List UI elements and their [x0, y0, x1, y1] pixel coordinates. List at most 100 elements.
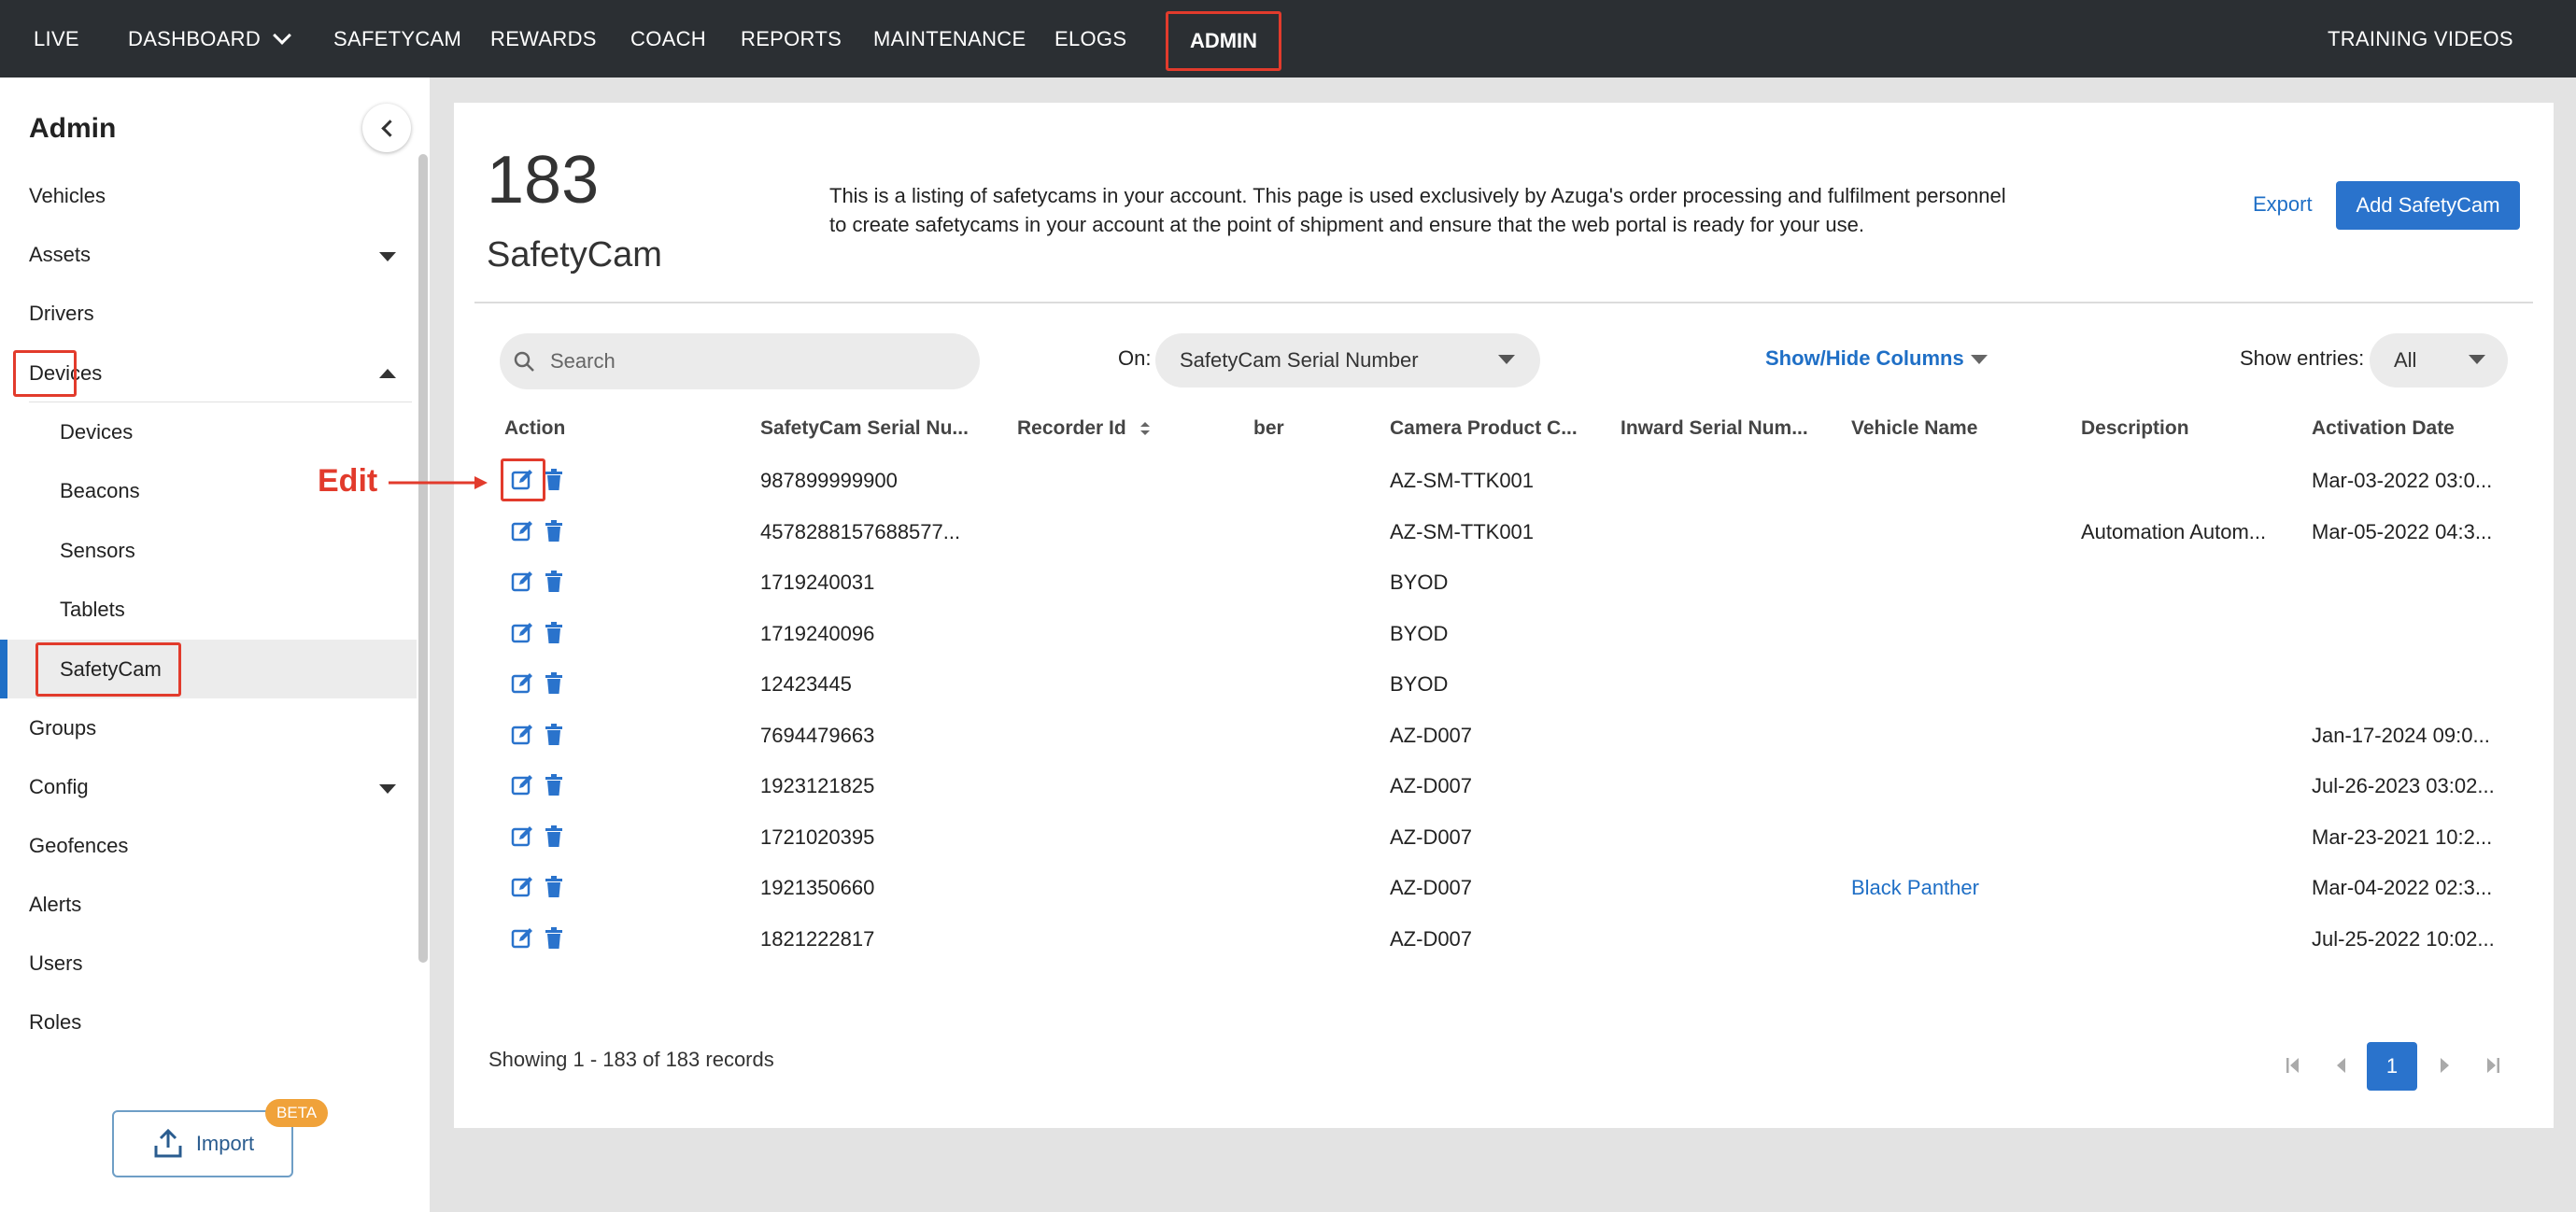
- delete-icon[interactable]: [544, 671, 564, 696]
- nav-safetycam[interactable]: SAFETYCAM: [333, 0, 461, 78]
- delete-icon[interactable]: [544, 468, 564, 492]
- cell-activation-date: Mar-05-2022 04:3...: [2312, 519, 2493, 543]
- row-actions: [510, 671, 564, 696]
- show-hide-columns-button[interactable]: Show/Hide Columns: [1765, 346, 1964, 371]
- edit-icon[interactable]: [510, 875, 534, 899]
- caret-up-icon[interactable]: [379, 369, 396, 378]
- edit-icon[interactable]: [510, 773, 534, 797]
- delete-icon[interactable]: [544, 824, 564, 849]
- edit-icon[interactable]: [510, 621, 534, 645]
- sidebar-item-assets[interactable]: Assets: [29, 225, 91, 284]
- edit-icon[interactable]: [510, 671, 534, 696]
- cell-camera-product: BYOD: [1390, 672, 1449, 696]
- page-title: SafetyCam: [487, 235, 662, 275]
- dropdown-caret-icon: [1971, 355, 1988, 364]
- sidebar-item-groups[interactable]: Groups: [29, 698, 96, 757]
- row-actions: [510, 875, 564, 899]
- sidebar-item-alerts[interactable]: Alerts: [29, 875, 81, 934]
- edit-highlight-box: [501, 458, 545, 501]
- cell-activation-date: Jan-17-2024 09:0...: [2312, 723, 2490, 747]
- sidebar-title: Admin: [29, 113, 117, 144]
- last-page-icon[interactable]: [2484, 1055, 2501, 1076]
- row-actions: [510, 621, 564, 645]
- sidebar-item-vehicles[interactable]: Vehicles: [29, 166, 106, 225]
- column-header-number[interactable]: ber: [1253, 417, 1284, 440]
- cell-serial: 7694479663: [760, 723, 875, 747]
- nav-rewards[interactable]: REWARDS: [490, 0, 597, 78]
- sidebar-item-users[interactable]: Users: [29, 934, 82, 993]
- nav-admin[interactable]: ADMIN: [1166, 11, 1281, 71]
- column-header-vehicle-name[interactable]: Vehicle Name: [1851, 417, 1977, 440]
- sidebar-subitem-sensors[interactable]: Sensors: [60, 521, 135, 580]
- dropdown-caret-icon: [1498, 355, 1515, 364]
- cell-description: Automation Autom...: [2081, 519, 2267, 543]
- column-header-serial[interactable]: SafetyCam Serial Nu...: [760, 417, 969, 440]
- delete-icon[interactable]: [544, 926, 564, 951]
- column-header-camera-product[interactable]: Camera Product C...: [1390, 417, 1578, 440]
- previous-page-icon[interactable]: [2335, 1055, 2348, 1076]
- caret-down-icon[interactable]: [379, 784, 396, 794]
- sidebar-item-drivers[interactable]: Drivers: [29, 284, 94, 343]
- sidebar: Admin Vehicles Assets Drivers Devices De…: [0, 78, 430, 1212]
- add-safetycam-button[interactable]: Add SafetyCam: [2336, 181, 2520, 230]
- search-box[interactable]: [500, 333, 980, 389]
- cell-vehicle-name[interactable]: Black Panther: [1851, 876, 1979, 900]
- nav-dashboard[interactable]: DASHBOARD: [128, 0, 291, 78]
- cell-camera-product: AZ-D007: [1390, 723, 1473, 747]
- search-field-select[interactable]: SafetyCam Serial Number: [1155, 333, 1540, 388]
- edit-icon[interactable]: [510, 519, 534, 543]
- edit-icon[interactable]: [510, 723, 534, 747]
- beta-badge: BETA: [265, 1099, 329, 1127]
- edit-icon[interactable]: [510, 824, 534, 849]
- cell-camera-product: AZ-D007: [1390, 774, 1473, 797]
- main-card: [454, 103, 2554, 1128]
- caret-down-icon[interactable]: [379, 252, 396, 261]
- safetycam-highlight-box: [35, 642, 181, 697]
- edit-icon[interactable]: [510, 926, 534, 951]
- collapse-sidebar-button[interactable]: [362, 104, 411, 152]
- first-page-icon[interactable]: [2285, 1055, 2301, 1076]
- nav-coach[interactable]: COACH: [630, 0, 706, 78]
- sidebar-active-indicator: [0, 640, 7, 698]
- sidebar-item-roles[interactable]: Roles: [29, 993, 81, 1051]
- sidebar-item-geofences[interactable]: Geofences: [29, 816, 128, 875]
- nav-reports[interactable]: REPORTS: [741, 0, 842, 78]
- sidebar-subitem-devices[interactable]: Devices: [60, 402, 133, 461]
- nav-elogs[interactable]: ELOGS: [1054, 0, 1126, 78]
- cell-activation-date: Mar-04-2022 02:3...: [2312, 876, 2493, 899]
- show-entries-value: All: [2394, 348, 2417, 372]
- edit-icon[interactable]: [510, 570, 534, 594]
- devices-highlight-box: [13, 350, 77, 397]
- column-header-recorder-id[interactable]: Recorder Id: [1017, 417, 1151, 440]
- next-page-icon[interactable]: [2438, 1055, 2451, 1076]
- column-header-description[interactable]: Description: [2081, 417, 2189, 440]
- sidebar-item-config[interactable]: Config: [29, 757, 89, 816]
- delete-icon[interactable]: [544, 570, 564, 594]
- delete-icon[interactable]: [544, 875, 564, 899]
- delete-icon[interactable]: [544, 773, 564, 797]
- page-description: This is a listing of safetycams in your …: [829, 184, 2006, 236]
- sidebar-subitem-tablets[interactable]: Tablets: [60, 580, 125, 639]
- nav-maintenance[interactable]: MAINTENANCE: [873, 0, 1026, 78]
- column-header-inward-serial[interactable]: Inward Serial Num...: [1621, 417, 1808, 440]
- export-link[interactable]: Export: [2253, 192, 2313, 217]
- sidebar-subitem-beacons[interactable]: Beacons: [60, 461, 140, 520]
- nav-live[interactable]: LIVE: [34, 0, 79, 78]
- nav-training-videos[interactable]: TRAINING VIDEOS: [2328, 0, 2513, 78]
- delete-icon[interactable]: [544, 723, 564, 747]
- sort-icon[interactable]: [1139, 420, 1151, 437]
- row-actions: [510, 519, 564, 543]
- show-entries-select[interactable]: All: [2370, 333, 2508, 388]
- search-input[interactable]: [550, 349, 942, 373]
- top-navigation: LIVE DASHBOARD SAFETYCAM REWARDS COACH R…: [0, 0, 2576, 78]
- row-actions: [510, 570, 564, 594]
- cell-serial: 12423445: [760, 672, 852, 696]
- delete-icon[interactable]: [544, 621, 564, 645]
- import-button[interactable]: Import: [112, 1110, 293, 1177]
- sidebar-scrollbar[interactable]: [418, 154, 428, 963]
- header-divider: [474, 302, 2533, 303]
- row-actions: [510, 773, 564, 797]
- column-header-activation-date[interactable]: Activation Date: [2312, 417, 2455, 440]
- page-1-button[interactable]: 1: [2367, 1042, 2417, 1091]
- delete-icon[interactable]: [544, 519, 564, 543]
